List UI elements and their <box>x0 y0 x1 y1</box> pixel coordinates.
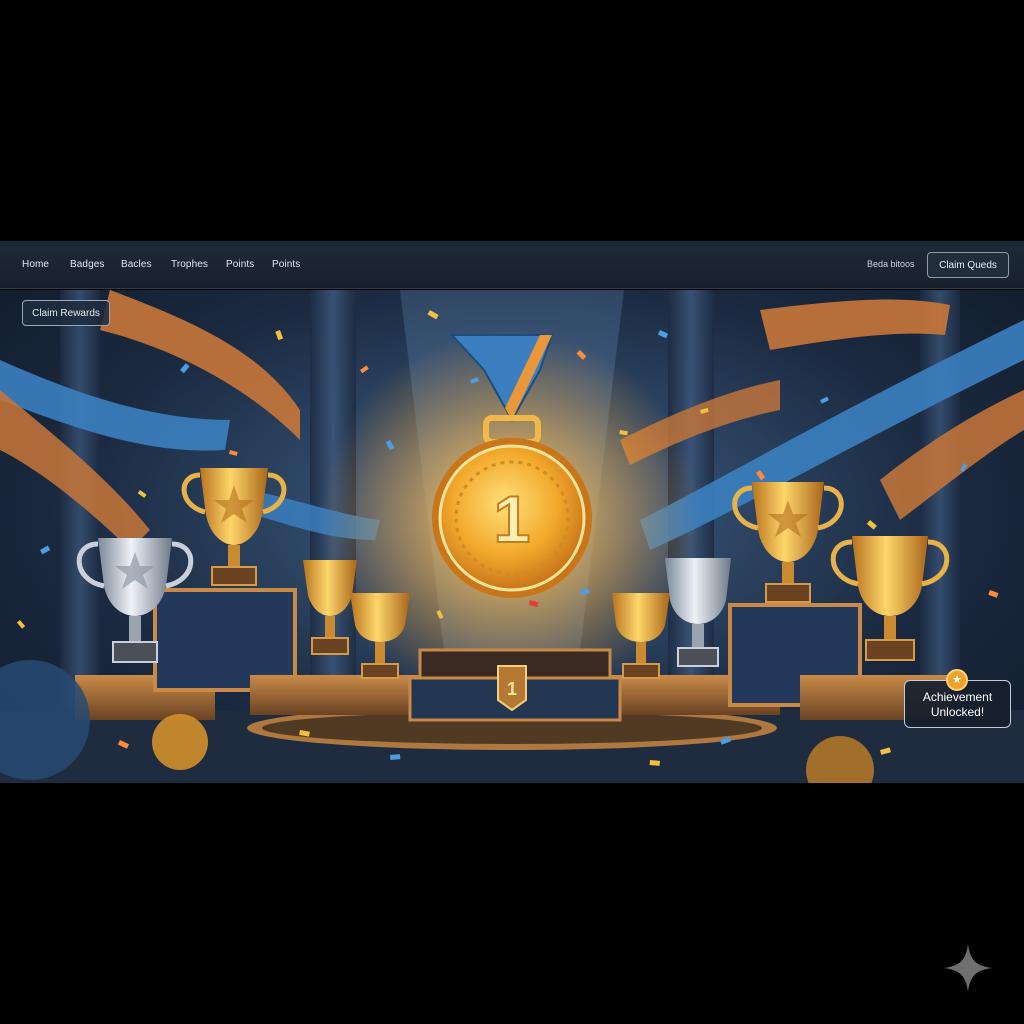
claim-rewards-button[interactable]: Claim Rewards <box>22 300 110 326</box>
coin <box>152 714 208 770</box>
screen: Home Badges Bacles Trophes Points Points… <box>0 0 1024 1024</box>
nav-item-badges[interactable]: Badges <box>70 259 105 270</box>
sparkle-icon <box>944 944 992 992</box>
toast-line-2: Unlocked! <box>930 705 985 719</box>
top-nav-bar: Home Badges Bacles Trophes Points Points… <box>0 241 1024 289</box>
nav-item-badges-alt[interactable]: Bacles <box>121 259 152 270</box>
star-icon: ★ <box>946 669 968 691</box>
nav-item-points[interactable]: Points <box>226 259 254 270</box>
celebration-scene: 1 1 <box>0 290 1024 783</box>
nav-item-trophies[interactable]: Trophes <box>171 259 208 270</box>
podium-rank: 1 <box>507 679 517 699</box>
nav-status-text: Beda bitoos <box>867 259 915 269</box>
toast-line-1: Achievement <box>922 690 993 704</box>
trophy-pedestal <box>250 675 430 715</box>
scene-artwork: 1 1 <box>0 290 1024 783</box>
claim-quests-button[interactable]: Claim Queds <box>927 252 1009 278</box>
medal-rank: 1 <box>494 482 531 556</box>
nav-item-home[interactable]: Home <box>22 259 49 270</box>
nav-item-points-alt[interactable]: Points <box>272 259 300 270</box>
gold-trophy-left <box>181 468 287 586</box>
